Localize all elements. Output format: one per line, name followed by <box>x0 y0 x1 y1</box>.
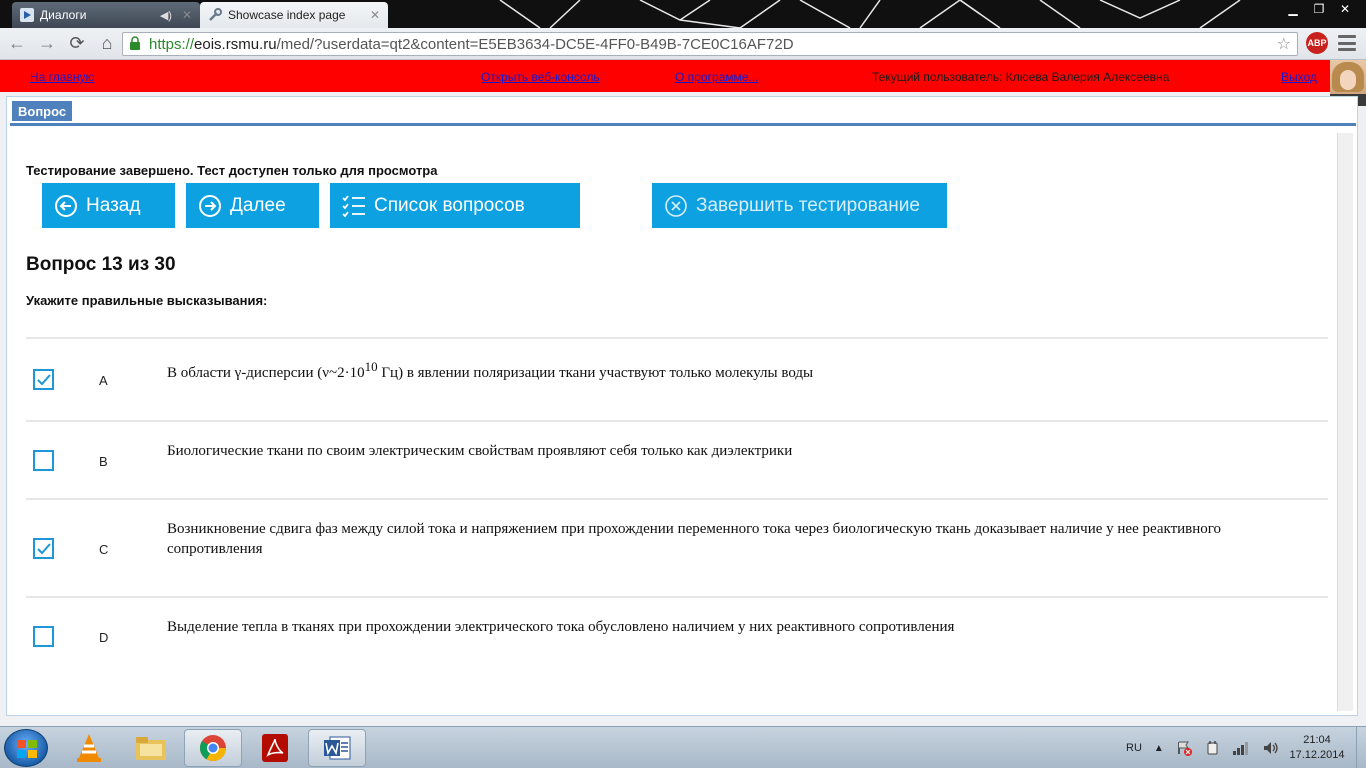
minimize-icon[interactable]: ▁ <box>1280 0 1306 18</box>
close-icon[interactable]: ✕ <box>182 8 192 22</box>
power-plug-icon[interactable] <box>1204 740 1220 756</box>
answer-a-checkbox[interactable] <box>33 369 54 390</box>
answer-b-text: Биологические ткани по своим электрическ… <box>167 443 793 459</box>
answer-d-text: Выделение тепла в тканях при прохождении… <box>167 619 955 635</box>
checkmark-icon <box>37 374 51 386</box>
circle-arrow-left-icon <box>54 194 78 218</box>
start-button[interactable] <box>4 729 48 767</box>
back-arrow-icon[interactable]: ← <box>4 31 30 57</box>
taskbar: RU ▲ 21:04 17.12.2014 <box>0 726 1366 768</box>
answer-c-text: Возникновение сдвига фаз между силой ток… <box>167 521 1222 557</box>
checkmark-icon <box>37 543 51 555</box>
logout-link[interactable]: Выход <box>1281 70 1317 84</box>
back-button[interactable]: Назад <box>42 183 175 228</box>
question-prompt: Укажите правильные высказывания: <box>26 293 268 308</box>
tab-title: Showcase index page <box>228 8 346 22</box>
answer-a-text-part: В области γ-дисперсии (ν~2·10 <box>167 365 365 381</box>
pdf-icon <box>262 734 288 762</box>
vlc-cone-icon <box>77 734 101 762</box>
show-hidden-icons-icon[interactable]: ▲ <box>1154 743 1164 754</box>
circle-x-icon <box>664 194 688 218</box>
speaker-icon: ◀) <box>159 9 172 22</box>
forward-arrow-icon[interactable]: → <box>34 31 60 57</box>
chrome-icon <box>199 735 227 762</box>
question-list-button[interactable]: Список вопросов <box>330 183 580 228</box>
next-button[interactable]: Далее <box>186 183 319 228</box>
circle-arrow-right-icon <box>198 194 222 218</box>
signal-bars-icon[interactable] <box>1232 740 1250 756</box>
panel-tab-question[interactable]: Вопрос <box>12 101 73 121</box>
folder-icon <box>136 737 166 760</box>
acrobat-taskbar-button[interactable] <box>246 729 304 767</box>
answer-a-text-part: Гц) в явлении поляризации ткани участвую… <box>377 365 814 381</box>
flag-alert-icon[interactable] <box>1176 740 1192 756</box>
clock-date: 17.12.2014 <box>1289 749 1345 761</box>
url-path: /med/?userdata=qt2&content=E5EB3634-DC5E… <box>276 35 794 53</box>
chrome-taskbar-button[interactable] <box>184 729 242 767</box>
tools-icon <box>208 8 222 22</box>
answer-a-exponent: 10 <box>364 359 378 374</box>
answer-d-checkbox[interactable] <box>33 626 54 647</box>
next-button-label: Далее <box>230 194 286 216</box>
home-icon[interactable]: ⌂ <box>94 31 120 57</box>
tab-dialogs[interactable]: Диалоги ◀) ✕ <box>12 2 200 28</box>
tab-showcase[interactable]: Showcase index page ✕ <box>200 2 388 28</box>
about-link[interactable]: О программе... <box>675 70 758 84</box>
page: На главную Открыть веб-консоль О програм… <box>0 60 1366 726</box>
answer-a-letter: A <box>99 373 108 388</box>
language-indicator[interactable]: RU <box>1126 742 1142 754</box>
window-controls: ▁ ❐ ✕ <box>1280 0 1358 18</box>
adblock-button[interactable]: ABP <box>1306 32 1328 54</box>
clock[interactable]: 21:04 17.12.2014 <box>1282 733 1352 763</box>
volume-icon[interactable] <box>1262 740 1280 756</box>
question-list-button-label: Список вопросов <box>374 194 525 216</box>
close-window-icon[interactable]: ✕ <box>1332 0 1358 18</box>
open-console-link[interactable]: Открыть веб-консоль <box>481 70 600 84</box>
panel-divider <box>10 123 1356 126</box>
home-link[interactable]: На главную <box>30 70 94 84</box>
windows-logo-icon <box>17 740 37 758</box>
bookmark-star-icon[interactable]: ☆ <box>1277 34 1291 54</box>
url-host: eois.rsmu.ru <box>194 35 277 53</box>
question-title: Вопрос 13 из 30 <box>26 254 176 275</box>
url-protocol: https:// <box>149 35 195 53</box>
clock-time: 21:04 <box>1303 734 1331 746</box>
checklist-icon <box>342 194 366 218</box>
answer-a-text: В области γ-дисперсии (ν~2·1010 Гц) в яв… <box>167 360 1307 383</box>
restore-icon[interactable]: ❐ <box>1306 0 1332 18</box>
scrollbar[interactable] <box>1337 133 1353 711</box>
answer-c-letter: C <box>99 542 109 557</box>
lock-icon <box>129 35 145 53</box>
close-icon[interactable]: ✕ <box>370 8 380 22</box>
menu-icon[interactable] <box>1338 35 1356 51</box>
answer-c-checkbox[interactable] <box>33 538 54 559</box>
browser-toolbar: ← → ⟳ ⌂ https://eois.rsmu.ru/med/?userda… <box>0 28 1366 60</box>
reload-icon[interactable]: ⟳ <box>64 31 90 57</box>
row-divider <box>26 596 1328 598</box>
back-button-label: Назад <box>86 194 141 216</box>
system-tray: RU ▲ <box>1126 727 1280 768</box>
browser-titlebar: Диалоги ◀) ✕ Showcase index page ✕ ▁ ❐ ✕ <box>0 0 1366 28</box>
word-taskbar-button[interactable] <box>308 729 366 767</box>
play-icon <box>20 8 34 22</box>
address-bar[interactable]: https://eois.rsmu.ru/med/?userdata=qt2&c… <box>122 32 1298 56</box>
row-divider <box>26 498 1328 500</box>
word-icon <box>324 736 351 760</box>
show-desktop-button[interactable] <box>1356 727 1366 768</box>
finish-test-button-label: Завершить тестирование <box>696 194 920 216</box>
question-panel: Вопрос Тестирование завершено. Тест дост… <box>6 96 1358 716</box>
vlc-taskbar-button[interactable] <box>60 729 118 767</box>
answer-b-letter: B <box>99 454 108 469</box>
status-message: Тестирование завершено. Тест доступен то… <box>26 163 438 178</box>
explorer-taskbar-button[interactable] <box>122 729 180 767</box>
current-user: Текущий пользователь: Клюева Валерия Але… <box>872 70 1170 84</box>
answer-b-checkbox[interactable] <box>33 450 54 471</box>
tab-title: Диалоги <box>40 8 87 22</box>
top-navigation: На главную Открыть веб-консоль О програм… <box>0 60 1366 92</box>
titlebar-decoration <box>499 0 1241 28</box>
row-divider <box>26 337 1328 339</box>
answer-d-letter: D <box>99 630 109 645</box>
finish-test-button[interactable]: Завершить тестирование <box>652 183 947 228</box>
row-divider <box>26 420 1328 422</box>
